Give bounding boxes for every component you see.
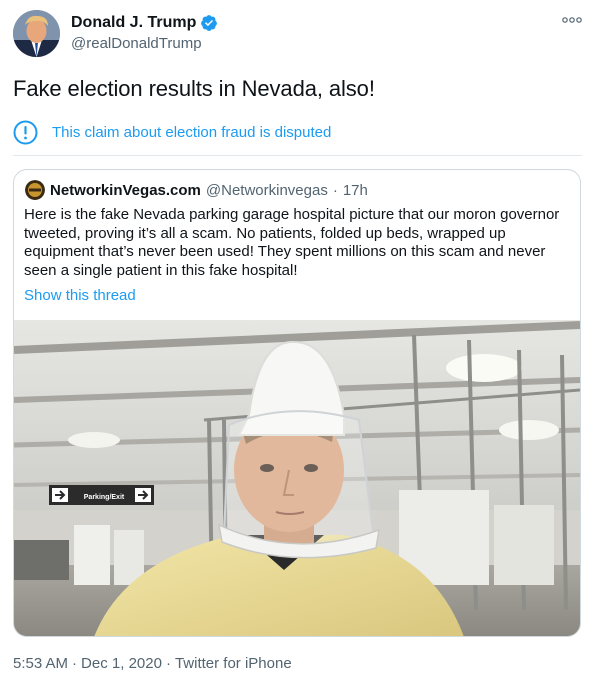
quoted-author-handle[interactable]: @Networkinvegas bbox=[206, 182, 328, 199]
meta-separator: · bbox=[165, 655, 171, 672]
author-name[interactable]: Donald J. Trump bbox=[71, 14, 196, 32]
tweet-time[interactable]: 5:53 AM bbox=[13, 655, 68, 672]
disputed-claim-text: This claim about election fraud is dispu… bbox=[52, 124, 332, 141]
tweet: Donald J. Trump @realDonaldTrump Fake el… bbox=[0, 0, 595, 685]
tweet-text: Fake election results in Nevada, also! bbox=[13, 76, 375, 101]
quoted-avatar-logo bbox=[25, 180, 45, 200]
quoted-tweet-text: Here is the fake Nevada parking garage h… bbox=[24, 206, 560, 279]
author-info: Donald J. Trump @realDonaldTrump bbox=[71, 12, 218, 52]
author-avatar[interactable] bbox=[13, 10, 60, 57]
exclamation-circle-icon bbox=[13, 120, 38, 145]
author-handle[interactable]: @realDonaldTrump bbox=[71, 35, 218, 52]
show-thread-link[interactable]: Show this thread bbox=[24, 287, 136, 304]
notice-divider bbox=[13, 155, 582, 156]
quoted-timestamp[interactable]: 17h bbox=[343, 182, 368, 199]
tweet-date[interactable]: Dec 1, 2020 bbox=[81, 655, 162, 672]
disputed-claim-notice[interactable]: This claim about election fraud is dispu… bbox=[13, 120, 331, 145]
quoted-author-name[interactable]: NetworkinVegas.com bbox=[50, 182, 201, 199]
avatar-photo bbox=[13, 10, 60, 57]
tweet-metadata: 5:53 AM · Dec 1, 2020 · Twitter for iPho… bbox=[13, 655, 292, 672]
parking-exit-sign: Parking/Exit bbox=[84, 494, 125, 501]
selfie-hospital-photo: Parking/Exit bbox=[14, 320, 580, 636]
tweet-source[interactable]: Twitter for iPhone bbox=[175, 655, 292, 672]
more-options-icon[interactable] bbox=[561, 14, 583, 26]
quoted-separator: · bbox=[332, 181, 338, 199]
verified-badge-icon bbox=[201, 15, 218, 31]
quoted-author-avatar[interactable] bbox=[25, 180, 45, 200]
quoted-tweet[interactable]: NetworkinVegas.com @Networkinvegas · 17h… bbox=[13, 169, 581, 637]
quoted-tweet-header: NetworkinVegas.com @Networkinvegas · 17h bbox=[25, 180, 368, 200]
quoted-tweet-photo[interactable]: Parking/Exit bbox=[14, 320, 580, 636]
meta-separator: · bbox=[72, 655, 78, 672]
